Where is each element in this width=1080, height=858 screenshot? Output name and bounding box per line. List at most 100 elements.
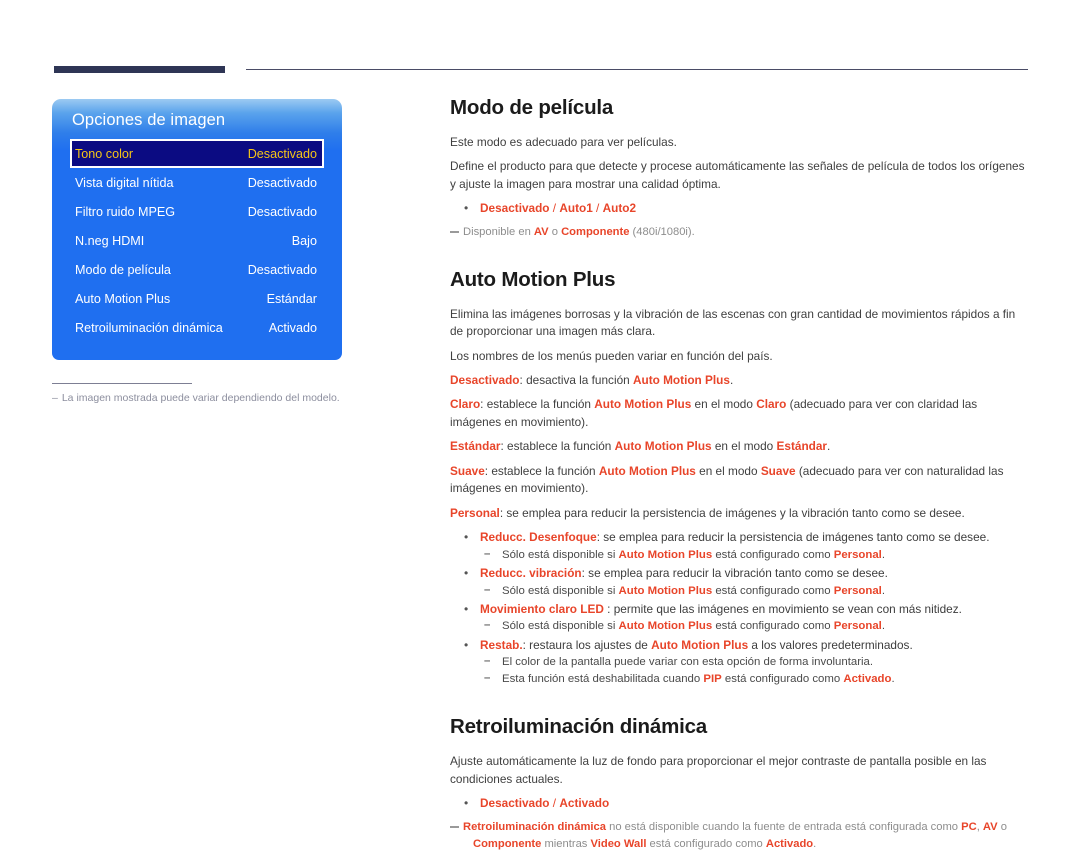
movie-mode-paragraph-1: Este modo es adecuado para ver películas…: [450, 135, 677, 149]
term-av: AV: [533, 226, 549, 239]
term-pip: PIP: [703, 673, 722, 686]
term-personal: Personal: [450, 505, 500, 520]
text: : se emplea para reducir la persistencia…: [596, 530, 990, 545]
term-componente: Componente: [561, 226, 630, 239]
term-auto-motion-plus: Auto Motion Plus: [632, 372, 730, 387]
term-personal: Personal: [833, 584, 882, 597]
term-restab: Restab.: [480, 637, 523, 652]
term-activado: Activado: [843, 673, 892, 686]
left-column: Opciones de imagen Tono color Desactivad…: [52, 99, 344, 406]
list-item: Reducc. vibración: se emplea para reduci…: [450, 564, 1028, 600]
footnote-text: (480i/1080i).: [629, 226, 695, 239]
backlight-paragraph-1: Ajuste automáticamente la luz de fondo p…: [450, 754, 987, 786]
term-componente: Componente: [473, 837, 542, 850]
text: a los valores predeterminados.: [748, 637, 913, 652]
backlight-footnote: Retroiluminación dinámica no está dispon…: [450, 819, 1028, 852]
option-desactivado: Desactivado: [480, 201, 550, 216]
amp-paragraph-1: Elimina las imágenes borrosas y la vibra…: [450, 306, 1016, 339]
term-auto-motion-plus: Auto Motion Plus: [618, 548, 713, 561]
term-video-wall: Video Wall: [590, 837, 647, 850]
list-item: Desactivado / Auto1 / Auto2: [450, 199, 1028, 218]
term-pc: PC: [961, 821, 977, 834]
text: : se emplea para reducir la persistencia…: [499, 505, 965, 520]
term-personal: Personal: [833, 548, 882, 561]
term-activado: Activado: [765, 837, 814, 850]
text: Sólo está disponible si: [502, 584, 619, 597]
term-retroiluminacion-dinamica: Retroiluminación dinámica: [463, 821, 606, 834]
amp-claro-line: Claro: establece la función Auto Motion …: [450, 396, 1028, 431]
list-item: Esta función está deshabilitada cuando P…: [480, 670, 1028, 688]
osd-row-label: N.neg HDMI: [75, 233, 145, 248]
text: .: [827, 439, 831, 454]
osd-panel-title: Opciones de imagen: [72, 111, 226, 129]
text: en el modo: [691, 397, 757, 412]
list-item: Sólo está disponible si Auto Motion Plus…: [480, 582, 1028, 600]
text: : establece la función: [484, 463, 599, 478]
movie-mode-footnote: Disponible en AV o Componente (480i/1080…: [450, 224, 1028, 241]
caption-dash: –: [52, 392, 58, 404]
sub-list: Sólo está disponible si Auto Motion Plus…: [480, 617, 1028, 635]
term-reducc-vibracion: Reducc. vibración: [480, 565, 582, 580]
text: : establece la función: [500, 439, 615, 454]
text: está configurado como: [721, 673, 844, 686]
heading-modo-de-pelicula: Modo de película: [450, 96, 614, 119]
right-column: Modo de película Este modo es adecuado p…: [450, 96, 1028, 858]
osd-caption: – La imagen mostrada puede variar dependi…: [52, 391, 344, 406]
text: en el modo: [695, 463, 761, 478]
text: : se emplea para reducir la vibración ta…: [581, 565, 888, 580]
movie-mode-options-list: Desactivado / Auto1 / Auto2: [450, 199, 1028, 218]
text: Esta función está deshabilitada cuando: [502, 673, 704, 686]
heading-retroiluminacion-dinamica: Retroiluminación dinámica: [450, 715, 707, 739]
term-av: AV: [982, 821, 998, 834]
osd-row-auto-motion-plus[interactable]: Auto Motion Plus Estándar: [72, 284, 322, 313]
text: .: [881, 548, 886, 561]
text: Sólo está disponible si: [502, 548, 619, 561]
term-suave-mode: Suave: [760, 463, 796, 478]
osd-row-value: Desactivado: [247, 262, 317, 277]
list-item: El color de la pantalla puede variar con…: [480, 653, 1028, 671]
footnote-text: está configurado como: [646, 837, 766, 850]
term-reducc-desenfoque: Reducc. Desenfoque: [480, 530, 597, 545]
page-header-rules: [0, 0, 1080, 90]
text: .: [729, 372, 734, 387]
text: .: [891, 673, 895, 686]
term-auto-motion-plus: Auto Motion Plus: [614, 439, 712, 454]
osd-row-modo-de-pelicula[interactable]: Modo de película Desactivado: [72, 255, 322, 284]
option-auto2: Auto2: [602, 201, 637, 216]
osd-row-retroiluminacion-dinamica[interactable]: Retroiluminación dinámica Activado: [72, 313, 322, 342]
text: : establece la función: [480, 397, 595, 412]
osd-row-value: Bajo: [291, 233, 317, 248]
option-sep: /: [592, 201, 603, 216]
osd-row-nneg-hdmi[interactable]: N.neg HDMI Bajo: [72, 226, 322, 255]
term-auto-motion-plus: Auto Motion Plus: [618, 620, 713, 633]
osd-row-filtro-ruido-mpeg[interactable]: Filtro ruido MPEG Desactivado: [72, 197, 322, 226]
text: Sólo está disponible si: [502, 620, 619, 633]
term-desactivado: Desactivado: [450, 372, 520, 387]
footnote-text: mientras: [541, 837, 591, 850]
text: : restaura los ajustes de: [522, 637, 652, 652]
osd-row-label: Vista digital nítida: [75, 175, 174, 190]
text: : desactiva la función: [519, 372, 633, 387]
footnote-text: no está disponible cuando la fuente de e…: [605, 821, 962, 834]
option-desactivado: Desactivado: [480, 796, 550, 811]
term-movimiento-claro-led: Movimiento claro LED: [480, 601, 604, 616]
osd-row-value: Estándar: [266, 291, 317, 306]
list-item: Movimiento claro LED : permite que las i…: [450, 600, 1028, 636]
osd-row-tono-color[interactable]: Tono color Desactivado: [70, 139, 324, 168]
osd-row-label: Filtro ruido MPEG: [75, 204, 176, 219]
osd-row-label: Modo de película: [75, 262, 171, 277]
term-auto-motion-plus: Auto Motion Plus: [651, 637, 749, 652]
backlight-options-list: Desactivado / Activado: [450, 794, 1028, 813]
term-claro: Claro: [450, 397, 481, 412]
caption-text: La imagen mostrada puede variar dependie…: [61, 392, 340, 404]
osd-row-label: Retroiluminación dinámica: [75, 320, 223, 335]
list-item: Sólo está disponible si Auto Motion Plus…: [480, 546, 1028, 564]
term-personal: Personal: [833, 620, 882, 633]
sub-list: Sólo está disponible si Auto Motion Plus…: [480, 582, 1028, 600]
movie-mode-paragraph-2: Define el producto para que detecte y pr…: [450, 159, 1025, 191]
amp-personal-sublist: Reducc. Desenfoque: se emplea para reduc…: [450, 528, 1028, 688]
text: en el modo: [711, 439, 777, 454]
term-claro-mode: Claro: [756, 397, 787, 412]
osd-picture-options-panel: Opciones de imagen Tono color Desactivad…: [52, 99, 342, 360]
osd-row-vista-digital-nitida[interactable]: Vista digital nítida Desactivado: [72, 168, 322, 197]
